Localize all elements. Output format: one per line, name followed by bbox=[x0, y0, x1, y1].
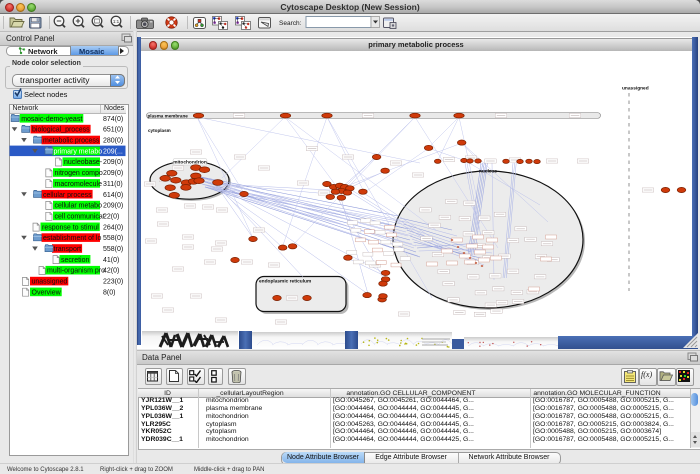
svg-text:transport: transport bbox=[54, 246, 82, 253]
svg-text:223(0): 223(0) bbox=[103, 279, 123, 286]
svg-text:209(0): 209(0) bbox=[103, 170, 123, 177]
svg-text:response to stimul: response to stimul bbox=[42, 224, 99, 231]
svg-text:establishment of lo: establishment of lo bbox=[43, 235, 101, 242]
svg-text:nucleobase-: nucleobase- bbox=[64, 159, 103, 166]
svg-text:264(0): 264(0) bbox=[103, 224, 123, 231]
svg-text:209(0): 209(0) bbox=[103, 203, 123, 210]
svg-text:cell communicat: cell communicat bbox=[55, 213, 105, 220]
svg-text:874(0): 874(0) bbox=[103, 116, 123, 123]
svg-text:macromolecule: macromolecule bbox=[55, 181, 103, 188]
svg-text:cellular metabo: cellular metabo bbox=[55, 203, 103, 210]
svg-text:unassigned: unassigned bbox=[32, 279, 68, 286]
svg-text:42(0): 42(0) bbox=[103, 268, 119, 275]
svg-text:Overview: Overview bbox=[32, 289, 62, 296]
svg-text:558(0): 558(0) bbox=[103, 235, 123, 242]
svg-text:multi-organism pro: multi-organism pro bbox=[47, 268, 105, 275]
svg-text:22(0): 22(0) bbox=[103, 213, 119, 220]
svg-text:cellular process: cellular process bbox=[43, 192, 92, 199]
svg-text:614(0): 614(0) bbox=[103, 192, 123, 199]
svg-text:nitrogen compo: nitrogen compo bbox=[55, 170, 103, 177]
svg-text:endoplasmic reticulum: endoplasmic reticulum bbox=[259, 279, 311, 285]
svg-text:209(...: 209(... bbox=[103, 148, 123, 155]
svg-text:unassigned: unassigned bbox=[622, 86, 649, 92]
svg-text:metabolic process: metabolic process bbox=[43, 138, 100, 145]
svg-text:secretion: secretion bbox=[61, 257, 90, 264]
svg-text:mosaic-demo-yeast: mosaic-demo-yeast bbox=[21, 116, 82, 123]
svg-text:plasma membrane: plasma membrane bbox=[148, 113, 189, 118]
svg-text:nucleus: nucleus bbox=[479, 169, 497, 175]
svg-text:cytoplasm: cytoplasm bbox=[148, 128, 171, 133]
svg-text:biological_process: biological_process bbox=[32, 127, 90, 134]
svg-text:mitochondrion: mitochondrion bbox=[173, 160, 207, 166]
svg-text:209(0): 209(0) bbox=[103, 159, 123, 166]
svg-text:280(0): 280(0) bbox=[103, 138, 123, 145]
svg-text:8(0): 8(0) bbox=[103, 289, 115, 296]
svg-text:primary metabo: primary metabo bbox=[54, 148, 103, 155]
svg-text:651(0): 651(0) bbox=[103, 127, 123, 134]
svg-text:41(0): 41(0) bbox=[103, 257, 119, 264]
svg-text:311(0): 311(0) bbox=[103, 181, 123, 188]
svg-text:558(0): 558(0) bbox=[103, 246, 123, 253]
svg-text:Search:: Search: bbox=[279, 20, 302, 27]
